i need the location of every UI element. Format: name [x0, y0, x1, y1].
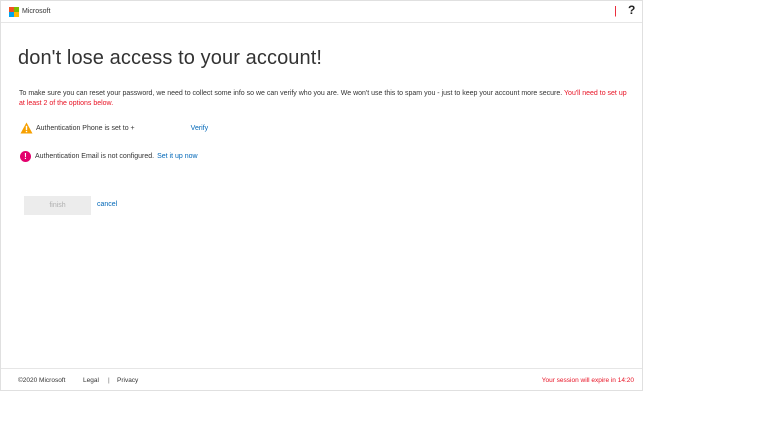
legal-link[interactable]: Legal [83, 377, 99, 384]
privacy-link[interactable]: Privacy [117, 377, 138, 384]
verify-link[interactable]: Verify [191, 125, 209, 132]
finish-button[interactable]: finish [24, 196, 91, 215]
page-frame: Microsoft | ? don't lose access to your … [0, 0, 643, 391]
warning-icon [20, 122, 33, 134]
error-icon: ! [20, 151, 31, 162]
session-expiry-text: Your session will expire in 14:20 [541, 377, 634, 384]
method-row-email: ! Authentication Email is not configured… [20, 151, 198, 162]
brand-name: Microsoft [22, 8, 51, 15]
topbar-separator: | [614, 5, 617, 17]
method-row-phone: Authentication Phone is set to + Verify [20, 122, 208, 134]
footer: ©2020 Microsoft Legal | Privacy Your ses… [1, 368, 642, 390]
intro-description: To make sure you can reset your password… [19, 90, 563, 97]
page-title: don't lose access to your account! [18, 47, 323, 69]
phone-method-label: Authentication Phone is set to + [36, 124, 135, 132]
cancel-link[interactable]: cancel [97, 201, 117, 208]
microsoft-logo-icon [9, 7, 19, 17]
microsoft-logo: Microsoft [9, 7, 50, 17]
help-icon[interactable]: ? [628, 4, 635, 17]
set-it-up-now-link[interactable]: Set it up now [157, 153, 197, 160]
intro-text: To make sure you can reset your password… [19, 89, 629, 109]
copyright-text: ©2020 Microsoft [18, 377, 66, 384]
email-method-label: Authentication Email is not configured. [35, 153, 155, 160]
top-bar: Microsoft | ? [1, 1, 642, 23]
footer-separator: | [108, 377, 110, 384]
